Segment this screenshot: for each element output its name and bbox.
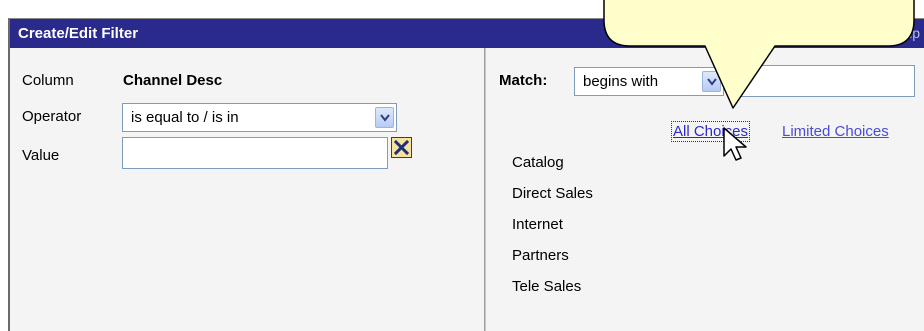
mouse-pointer-icon [723, 127, 747, 161]
callout-bubble [603, 0, 915, 109]
